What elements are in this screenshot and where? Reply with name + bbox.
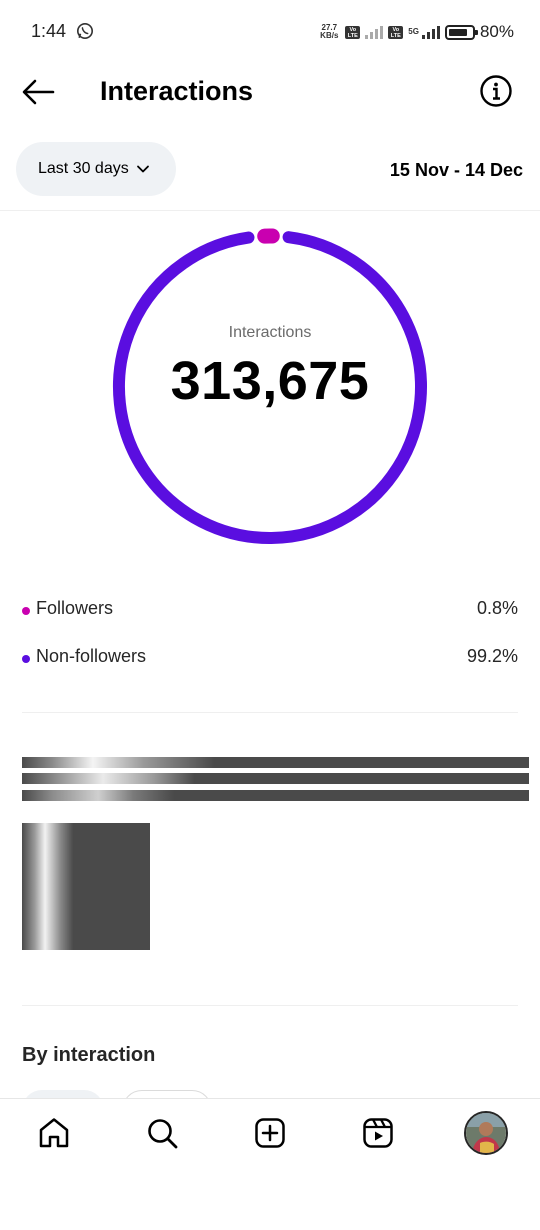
battery-icon bbox=[444, 24, 478, 40]
search-icon bbox=[148, 1119, 178, 1149]
profile-avatar bbox=[466, 1113, 506, 1153]
top-app-bar: Interactions bbox=[0, 64, 540, 120]
signal-icon-sim1 bbox=[365, 25, 384, 39]
legend-label: Non-followers bbox=[36, 646, 147, 666]
section-title-by-interaction: By interaction bbox=[22, 1044, 156, 1066]
legend-row-followers: Followers 0.8% bbox=[22, 598, 518, 626]
legend-label: Followers bbox=[36, 598, 114, 618]
legend-value: 0.8% bbox=[476, 598, 518, 618]
nav-search-button[interactable] bbox=[142, 1113, 182, 1153]
nav-reels-button[interactable] bbox=[358, 1113, 398, 1153]
status-time: 1:44 bbox=[31, 21, 67, 41]
divider bbox=[22, 1005, 518, 1006]
legend-dot-non-followers bbox=[22, 655, 30, 663]
legend-dot-followers bbox=[22, 607, 30, 615]
loading-placeholder-thumbnail bbox=[22, 823, 150, 950]
loading-placeholder-line bbox=[22, 773, 529, 784]
date-range-dropdown[interactable]: Last 30 days bbox=[16, 142, 176, 196]
network-speed: 27.7 KB/s bbox=[318, 24, 340, 40]
reels-icon bbox=[363, 1118, 393, 1148]
legend-value: 99.2% bbox=[466, 646, 518, 666]
donut-center-label: Interactions bbox=[228, 324, 312, 341]
network-speed-unit: KB/s bbox=[320, 31, 339, 40]
create-icon bbox=[255, 1118, 285, 1148]
legend-row-non-followers: Non-followers 99.2% bbox=[22, 646, 518, 674]
volte-badge-2: Vo LTE bbox=[388, 25, 404, 39]
battery-fill bbox=[448, 28, 467, 36]
donut-center-value: 313,675 bbox=[170, 351, 370, 411]
loading-placeholder-line bbox=[22, 757, 529, 768]
status-indicators: 27.7 KB/s Vo LTE Vo LTE 5G 80% bbox=[318, 20, 514, 44]
status-bar: 1:44 27.7 KB/s Vo LTE Vo LTE 5G 80% bbox=[0, 0, 540, 64]
whatsapp-icon bbox=[76, 22, 94, 40]
date-range-text: 15 Nov - 14 Dec bbox=[389, 160, 523, 180]
page-title: Interactions bbox=[100, 76, 254, 106]
signal-icon-sim2 bbox=[421, 25, 440, 39]
home-icon bbox=[39, 1118, 69, 1148]
nav-create-button[interactable] bbox=[250, 1113, 290, 1153]
bottom-navigation bbox=[0, 1098, 540, 1230]
battery-percent: 80% bbox=[479, 22, 514, 41]
volte-badge: Vo LTE bbox=[345, 25, 361, 39]
info-icon[interactable] bbox=[479, 74, 513, 108]
nav-home-button[interactable] bbox=[34, 1113, 74, 1153]
nav-profile-button[interactable] bbox=[464, 1111, 508, 1155]
loading-placeholder-line bbox=[22, 790, 529, 801]
network-type: 5G bbox=[408, 27, 419, 36]
back-arrow-icon[interactable] bbox=[20, 76, 56, 108]
divider bbox=[0, 210, 540, 211]
divider bbox=[22, 712, 518, 713]
date-range-dropdown-label: Last 30 days bbox=[38, 160, 129, 177]
chevron-down-icon bbox=[136, 165, 149, 173]
